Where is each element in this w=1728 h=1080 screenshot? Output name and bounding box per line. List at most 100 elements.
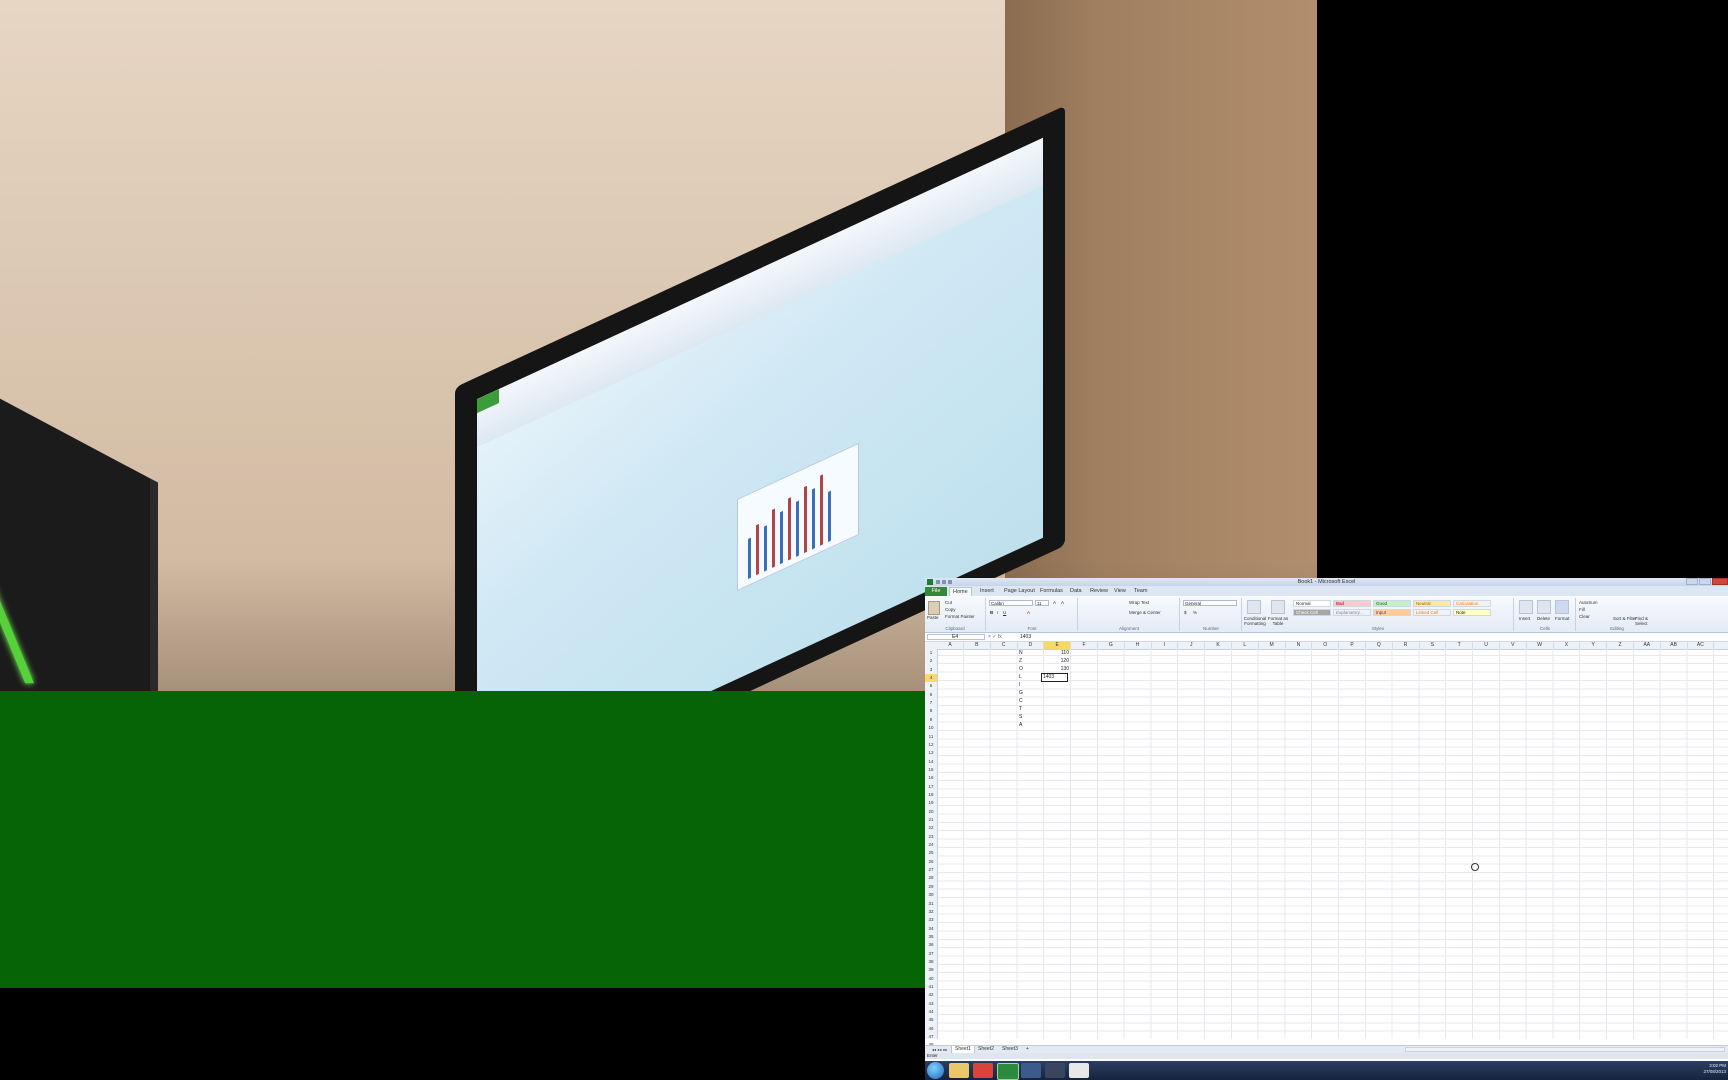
column-header[interactable]: M <box>1259 642 1286 649</box>
column-header[interactable]: Q <box>1366 642 1393 649</box>
column-header[interactable]: Z <box>1607 642 1634 649</box>
italic-icon[interactable]: I <box>997 610 998 615</box>
column-header[interactable]: AA <box>1634 642 1661 649</box>
column-header[interactable]: AB <box>1661 642 1688 649</box>
column-header[interactable]: V <box>1500 642 1527 649</box>
row-header[interactable]: 28 <box>925 874 937 882</box>
row-header[interactable]: 12 <box>925 741 937 749</box>
sort-filter-button[interactable]: Sort & Filter <box>1613 616 1637 621</box>
tab-file[interactable]: File <box>925 587 947 596</box>
row-header[interactable]: 44 <box>925 1008 937 1016</box>
row-header[interactable]: 33 <box>925 916 937 924</box>
active-cell-E4[interactable]: 1403 <box>1041 673 1068 682</box>
column-header[interactable]: D <box>1017 642 1045 649</box>
row-header[interactable]: 31 <box>925 900 937 908</box>
cell-D10[interactable]: A <box>1019 721 1022 729</box>
column-header[interactable]: G <box>1098 642 1125 649</box>
bold-icon[interactable]: B <box>990 610 993 615</box>
row-header[interactable]: 17 <box>925 783 937 791</box>
column-header[interactable]: X <box>1553 642 1581 649</box>
cell-D8[interactable]: T <box>1019 705 1022 713</box>
number-format-select[interactable]: General <box>1183 600 1237 606</box>
tab-view[interactable]: View <box>1111 587 1129 596</box>
shrink-font-icon[interactable]: A <box>1061 600 1064 605</box>
row-header[interactable]: 27 <box>925 866 937 874</box>
row-header[interactable]: 46 <box>925 1025 937 1033</box>
tab-formulas[interactable]: Formulas <box>1037 587 1066 596</box>
clear-button[interactable]: Clear <box>1579 614 1590 619</box>
row-header[interactable]: 1 <box>925 649 937 657</box>
copy-button[interactable]: Copy <box>945 607 956 612</box>
row-header[interactable]: 43 <box>925 1000 937 1008</box>
column-header[interactable]: J <box>1178 642 1206 649</box>
formula-input[interactable]: 1403 <box>1020 634 1031 640</box>
column-header[interactable]: F <box>1071 642 1098 649</box>
style-calculation[interactable]: Calculation <box>1453 600 1491 607</box>
explorer-taskbar-icon[interactable] <box>949 1063 969 1078</box>
row-header[interactable]: 35 <box>925 933 937 941</box>
style-good[interactable]: Good <box>1373 600 1411 607</box>
font-color-icon[interactable]: A <box>1027 610 1030 615</box>
style-check-cell[interactable]: Check Cell <box>1293 609 1331 616</box>
row-header[interactable]: 22 <box>925 824 937 832</box>
format-cells-button[interactable]: Format <box>1555 616 1569 621</box>
row-header[interactable]: 4 <box>925 674 937 683</box>
column-header[interactable]: B <box>964 642 991 649</box>
insert-function-icon[interactable]: × ✓ fx <box>988 634 1002 640</box>
row-header[interactable]: 5 <box>925 682 937 690</box>
column-header[interactable]: A <box>937 642 964 649</box>
cell-D1[interactable]: N <box>1019 649 1023 657</box>
column-header[interactable]: L <box>1232 642 1259 649</box>
tab-team[interactable]: Team <box>1131 587 1150 596</box>
font-size-select[interactable]: 11 <box>1035 600 1049 606</box>
cell-D5[interactable]: I <box>1019 681 1020 689</box>
column-header[interactable]: Y <box>1580 642 1608 649</box>
chrome-taskbar-icon[interactable] <box>973 1063 993 1078</box>
paste-button[interactable]: Paste <box>927 615 939 620</box>
delete-cells-button[interactable]: Delete <box>1537 616 1550 621</box>
underline-icon[interactable]: U <box>1003 610 1006 615</box>
column-header[interactable]: T <box>1446 642 1474 649</box>
row-header[interactable]: 47 <box>925 1033 937 1041</box>
insert-sheet-icon[interactable]: + <box>1023 1046 1032 1053</box>
row-header[interactable]: 13 <box>925 749 937 757</box>
autosum-button[interactable]: AutoSum <box>1579 600 1598 605</box>
conditional-formatting-icon[interactable] <box>1247 600 1261 614</box>
row-header[interactable]: 8 <box>925 707 937 715</box>
horizontal-scrollbar[interactable] <box>1405 1047 1725 1052</box>
sheet-tab-3[interactable]: Sheet3 <box>999 1046 1021 1053</box>
cell-E1[interactable]: 110 <box>1059 649 1069 657</box>
column-header[interactable]: K <box>1205 642 1232 649</box>
style-bad[interactable]: Bad <box>1333 600 1371 607</box>
row-header[interactable]: 40 <box>925 975 937 983</box>
conditional-formatting-button[interactable]: Conditional Formatting <box>1243 616 1267 626</box>
row-header[interactable]: 45 <box>925 1016 937 1024</box>
grow-font-icon[interactable]: A <box>1053 600 1056 605</box>
style-input[interactable]: Input <box>1373 609 1411 616</box>
cell-D4[interactable]: L <box>1019 673 1022 681</box>
cell-D6[interactable]: G <box>1019 689 1023 697</box>
column-header[interactable]: P <box>1339 642 1366 649</box>
tab-insert[interactable]: Insert <box>977 587 997 596</box>
style-neutral[interactable]: Neutral <box>1413 600 1451 607</box>
cell-grid[interactable] <box>925 649 1728 1039</box>
cell-E3[interactable]: 130 <box>1059 665 1069 673</box>
row-header[interactable]: 29 <box>925 883 937 891</box>
row-header[interactable]: 19 <box>925 799 937 807</box>
window-taskbar-icon[interactable] <box>1045 1063 1065 1078</box>
percent-icon[interactable]: % <box>1193 610 1197 615</box>
currency-icon[interactable]: $ <box>1184 610 1187 615</box>
find-select-button[interactable]: Find & Select <box>1635 616 1657 626</box>
maximize-button[interactable] <box>1699 578 1711 585</box>
row-header[interactable]: 23 <box>925 833 937 841</box>
row-header[interactable]: 38 <box>925 958 937 966</box>
row-header[interactable]: 26 <box>925 858 937 866</box>
row-header[interactable]: 15 <box>925 766 937 774</box>
sheet-tab-2[interactable]: Sheet2 <box>975 1046 997 1053</box>
style-normal[interactable]: Normal <box>1293 600 1331 607</box>
close-button[interactable] <box>1712 578 1728 585</box>
wrap-text-button[interactable]: Wrap Text <box>1129 600 1149 605</box>
style-linked-cell[interactable]: Linked Cell <box>1413 609 1451 616</box>
row-header[interactable]: 7 <box>925 699 937 707</box>
excel-taskbar-icon[interactable] <box>997 1063 1019 1080</box>
